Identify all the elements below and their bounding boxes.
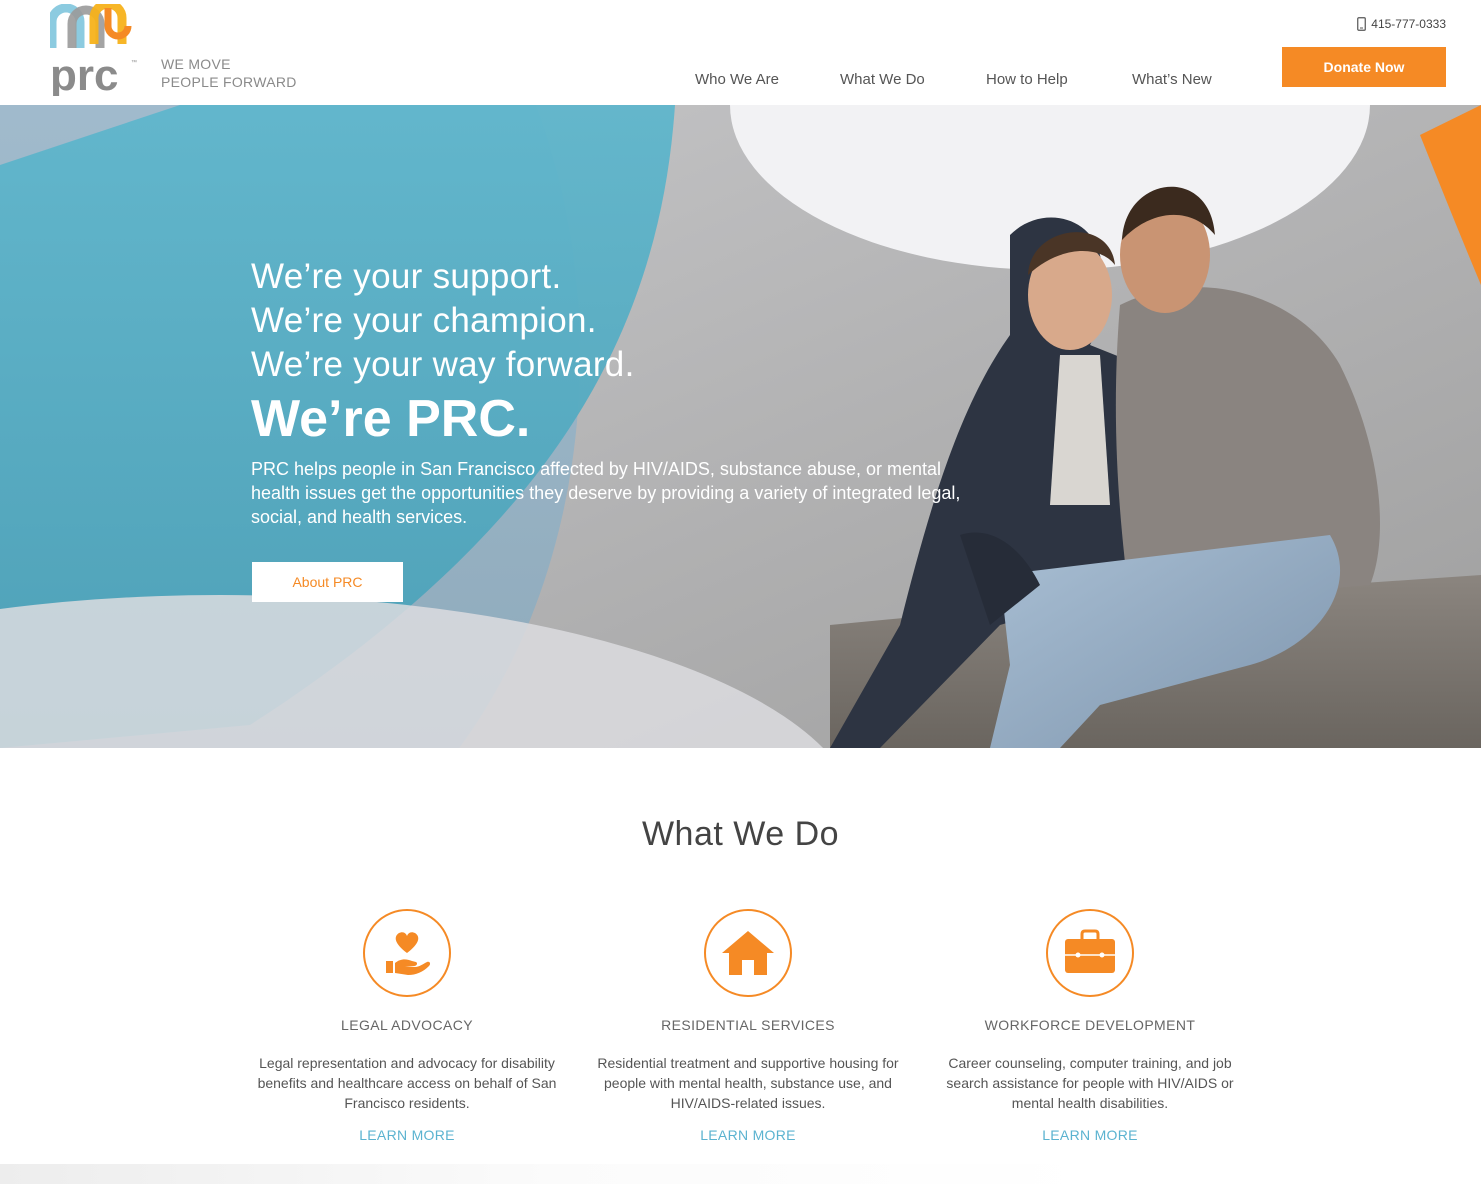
service-card-residential-services: RESIDENTIAL SERVICES Residential treatme… bbox=[588, 909, 908, 1143]
logo-text: prc bbox=[50, 51, 118, 96]
nav-what-we-do[interactable]: What We Do bbox=[840, 71, 925, 88]
service-card-workforce-development: WORKFORCE DEVELOPMENT Career counseling,… bbox=[930, 909, 1250, 1143]
phone-number: 415-777-0333 bbox=[1371, 17, 1446, 31]
service-card-legal-advocacy: LEGAL ADVOCACY Legal representation and … bbox=[247, 909, 567, 1143]
house-icon bbox=[704, 909, 792, 997]
section-divider-shadow bbox=[0, 1164, 1100, 1184]
tagline-line-2: PEOPLE FORWARD bbox=[161, 74, 297, 90]
about-prc-button[interactable]: About PRC bbox=[252, 562, 403, 602]
card-description: Legal representation and advocacy for di… bbox=[257, 1055, 557, 1111]
prc-logo[interactable]: prc ™ bbox=[50, 4, 140, 96]
nav-whats-new[interactable]: What’s New bbox=[1132, 71, 1212, 88]
hero-line-2: We’re your champion. bbox=[251, 301, 597, 340]
tagline: WE MOVE PEOPLE FORWARD bbox=[161, 55, 297, 91]
mobile-phone-icon bbox=[1357, 17, 1367, 31]
heart-hand-icon bbox=[363, 909, 451, 997]
card-description: Residential treatment and supportive hou… bbox=[597, 1055, 899, 1111]
site-header: prc ™ WE MOVE PEOPLE FORWARD 415-777-033… bbox=[0, 0, 1481, 105]
donate-now-button[interactable]: Donate Now bbox=[1282, 47, 1446, 87]
card-title: LEGAL ADVOCACY bbox=[341, 1017, 473, 1033]
learn-more-link-residential[interactable]: LEARN MORE bbox=[588, 1127, 908, 1143]
card-description: Career counseling, computer training, an… bbox=[946, 1055, 1234, 1111]
hero-text-block: We’re your support. We’re your champion.… bbox=[251, 255, 961, 529]
card-title: WORKFORCE DEVELOPMENT bbox=[984, 1017, 1196, 1033]
hero-title: We’re PRC. bbox=[251, 390, 531, 448]
learn-more-link-legal[interactable]: LEARN MORE bbox=[247, 1127, 567, 1143]
hero-description: PRC helps people in San Francisco affect… bbox=[251, 459, 961, 527]
learn-more-link-workforce[interactable]: LEARN MORE bbox=[930, 1127, 1250, 1143]
phone-link[interactable]: 415-777-0333 bbox=[1357, 17, 1446, 31]
briefcase-icon bbox=[1046, 909, 1134, 997]
nav-how-to-help[interactable]: How to Help bbox=[986, 71, 1068, 88]
svg-text:™: ™ bbox=[131, 59, 137, 66]
hero-line-1: We’re your support. bbox=[251, 257, 562, 296]
what-we-do-heading: What We Do bbox=[641, 815, 840, 853]
hero-banner: We’re your support. We’re your champion.… bbox=[0, 105, 1481, 748]
card-title: RESIDENTIAL SERVICES bbox=[661, 1017, 835, 1033]
nav-who-we-are[interactable]: Who We Are bbox=[695, 71, 779, 88]
hero-line-3: We’re your way forward. bbox=[251, 345, 635, 384]
tagline-line-1: WE MOVE bbox=[161, 56, 231, 72]
